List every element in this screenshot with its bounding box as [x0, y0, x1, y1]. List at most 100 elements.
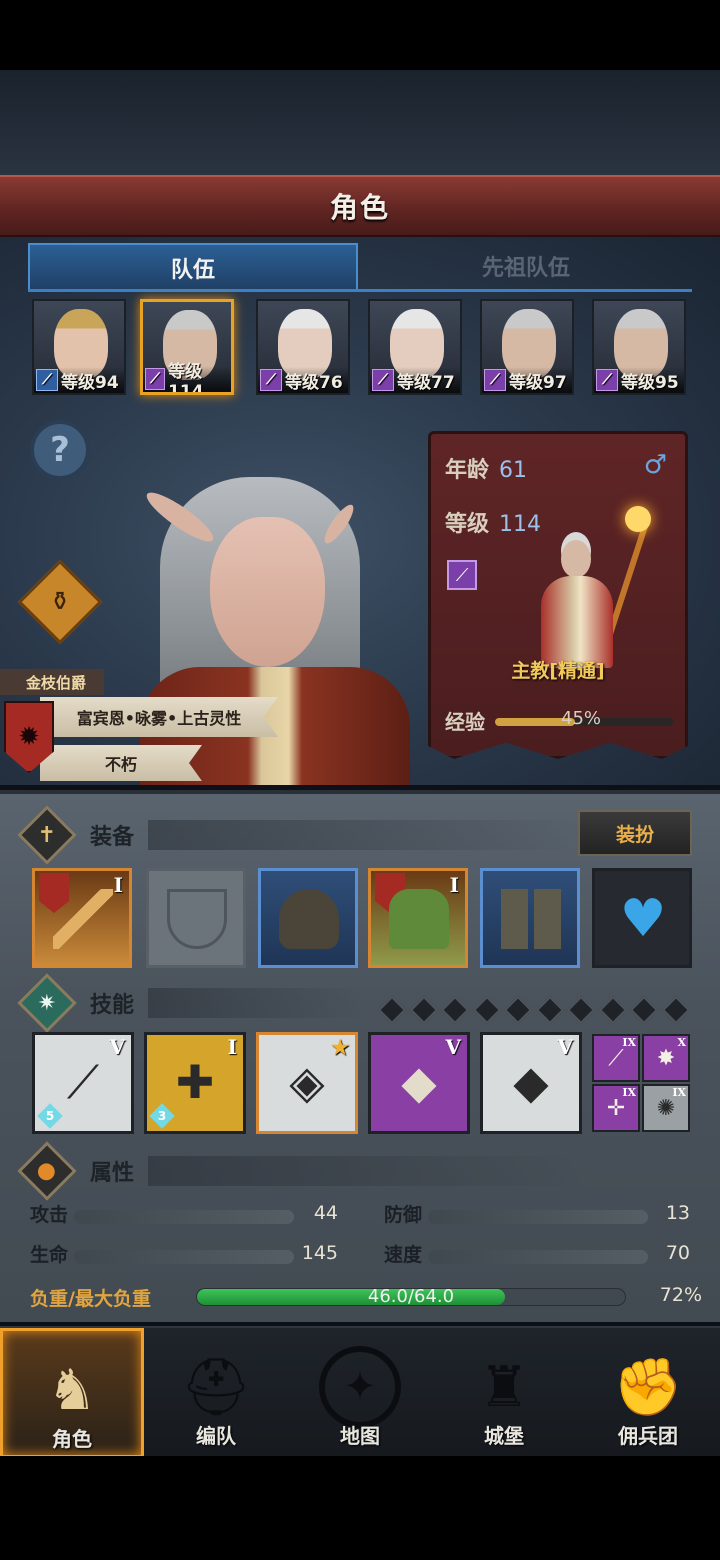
question-icon: ?: [50, 430, 70, 470]
staff-icon: ⟋: [372, 369, 394, 391]
knight-icon: ♞: [46, 1357, 98, 1423]
male-icon: ♂: [643, 450, 667, 480]
info-card: 年龄 61 ♂ 等级 114 ⟋ 主教[精通] 经验 45%: [428, 431, 688, 759]
star-burst-icon: ✷: [37, 990, 57, 1016]
party-level: 等级77: [397, 372, 455, 393]
crystal-arm-icon: ◆: [401, 1055, 437, 1109]
fist-icon: ✊: [613, 1355, 683, 1420]
tab-underline: [28, 289, 692, 292]
nav-label: 城堡: [484, 1424, 524, 1448]
party-member-2[interactable]: ⟋ 等级114: [140, 299, 234, 395]
party-level: 等级76: [285, 372, 343, 393]
title-bar: 角色: [0, 175, 720, 237]
gem-count: 3: [157, 1109, 167, 1123]
staff-icon: ⟋: [596, 369, 618, 391]
cross-icon: ✝: [37, 822, 57, 848]
tier-label: I: [113, 873, 123, 897]
potion-icon: ⚱: [49, 587, 71, 617]
character-trait: 不朽: [40, 745, 202, 781]
help-button[interactable]: ?: [30, 420, 90, 480]
explosion-icon: ✺: [656, 1096, 676, 1121]
helmet-icon: ⛑: [180, 1355, 252, 1420]
burst-icon: ✸: [656, 1046, 676, 1071]
stat-value: 145: [301, 1242, 338, 1264]
nav-label: 佣兵团: [618, 1424, 678, 1448]
equip-slot-boots[interactable]: [480, 868, 580, 968]
skill-crystal-arm-2[interactable]: V ◆: [480, 1032, 582, 1134]
header-backdrop: [0, 70, 720, 175]
hood-icon: [279, 889, 339, 949]
stat-speed: 速度 70: [384, 1240, 690, 1266]
gem-count: 5: [45, 1109, 55, 1123]
skill-spear[interactable]: V ⟋ 5: [32, 1032, 134, 1134]
party-member-1[interactable]: ⟋ 等级94: [32, 299, 126, 395]
tab-team[interactable]: 队伍: [28, 243, 358, 291]
stat-value: 70: [665, 1242, 690, 1264]
nav-map[interactable]: ✦ 地图: [288, 1328, 432, 1458]
castle-icon: ♜: [478, 1354, 530, 1420]
mini-skill-target[interactable]: IX ✛: [592, 1084, 640, 1132]
equipment-label: 装备: [90, 825, 135, 850]
age-label: 年龄: [445, 458, 490, 483]
attributes-header: ● 属性: [17, 1141, 586, 1201]
party-level: 等级97: [509, 372, 567, 393]
skills-label: 技能: [90, 993, 135, 1018]
class-name: 主教[精通]: [511, 660, 605, 682]
staff-icon: [53, 889, 113, 949]
equip-slot-amulet[interactable]: ♥: [592, 868, 692, 968]
heal-shield-icon: ✚: [175, 1055, 215, 1109]
bishop-figure: [521, 506, 651, 674]
load-label: 负重/最大负重: [30, 1288, 151, 1310]
nav-formation[interactable]: ⛑ 编队: [144, 1328, 288, 1458]
party-member-6[interactable]: ⟋ 等级95: [592, 299, 686, 395]
wand-icon: ⟋: [608, 1046, 624, 1071]
skill-crystal-arm[interactable]: V ◆: [368, 1032, 470, 1134]
mini-skill-burst[interactable]: X ✸: [642, 1034, 690, 1082]
nav-castle[interactable]: ♜ 城堡: [432, 1328, 576, 1458]
armor-icon: [389, 889, 449, 949]
exp-label: 经验: [445, 710, 485, 734]
party-level: 等级95: [621, 372, 679, 393]
shield-icon: [167, 889, 227, 949]
potion-button[interactable]: ⚱: [17, 559, 103, 645]
skill-heal-shield[interactable]: I ✚ 3: [144, 1032, 246, 1134]
stat-label: 防御: [384, 1203, 423, 1226]
mini-skill-wand[interactable]: IX ⟋: [592, 1034, 640, 1082]
equipment-header: ✝ 装备: [17, 805, 586, 865]
party-member-3[interactable]: ⟋ 等级76: [256, 299, 350, 395]
load-percent: 72%: [659, 1284, 702, 1306]
attributes-label: 属性: [90, 1161, 135, 1186]
equip-slot-staff[interactable]: I: [32, 868, 132, 968]
stat-defense: 防御 13: [384, 1200, 690, 1226]
tab-ancestor-team[interactable]: 先祖队伍: [360, 243, 692, 291]
staff-icon: ⟋: [484, 369, 506, 391]
target-icon: ✛: [606, 1096, 626, 1121]
exp-percent: 45%: [561, 708, 602, 729]
noble-title: 金枝伯爵: [0, 669, 104, 695]
bottom-nav: ♞ 角色 ⛑ 编队 ✦ 地图 ♜ 城堡 ✊ 佣兵团: [0, 1326, 720, 1458]
staff-class-icon: ⟋: [447, 560, 477, 590]
nav-character[interactable]: ♞ 角色: [0, 1328, 144, 1458]
party-member-5[interactable]: ⟋ 等级97: [480, 299, 574, 395]
dress-up-button[interactable]: 装扮: [578, 810, 692, 856]
party-member-4[interactable]: ⟋ 等级77: [368, 299, 462, 395]
crystal-arm-icon: ◆: [513, 1055, 549, 1109]
staff-icon: ⟋: [260, 369, 282, 391]
mini-skill-explosion[interactable]: IX ✺: [642, 1084, 690, 1132]
boots-icon: [501, 889, 561, 949]
stat-health: 生命 145: [30, 1240, 338, 1266]
stat-label: 攻击: [30, 1203, 69, 1226]
age-value: 61: [499, 458, 528, 483]
stat-value: 13: [665, 1202, 690, 1224]
skill-crystal-prayer[interactable]: ★ ◈: [256, 1032, 358, 1134]
gesture-bar-area: [0, 1456, 720, 1560]
equip-slot-hood[interactable]: [258, 868, 358, 968]
equip-slot-armor[interactable]: I: [368, 868, 468, 968]
hero-portrait: [120, 467, 420, 785]
load-value: 46.0/64.0: [367, 1286, 455, 1307]
heart-amulet-icon: ♥: [619, 889, 667, 949]
wand-icon: ⟋: [36, 369, 58, 391]
nav-mercenary[interactable]: ✊ 佣兵团: [576, 1328, 720, 1458]
equip-slot-shield[interactable]: [146, 868, 246, 968]
tier-label: I: [449, 873, 459, 897]
